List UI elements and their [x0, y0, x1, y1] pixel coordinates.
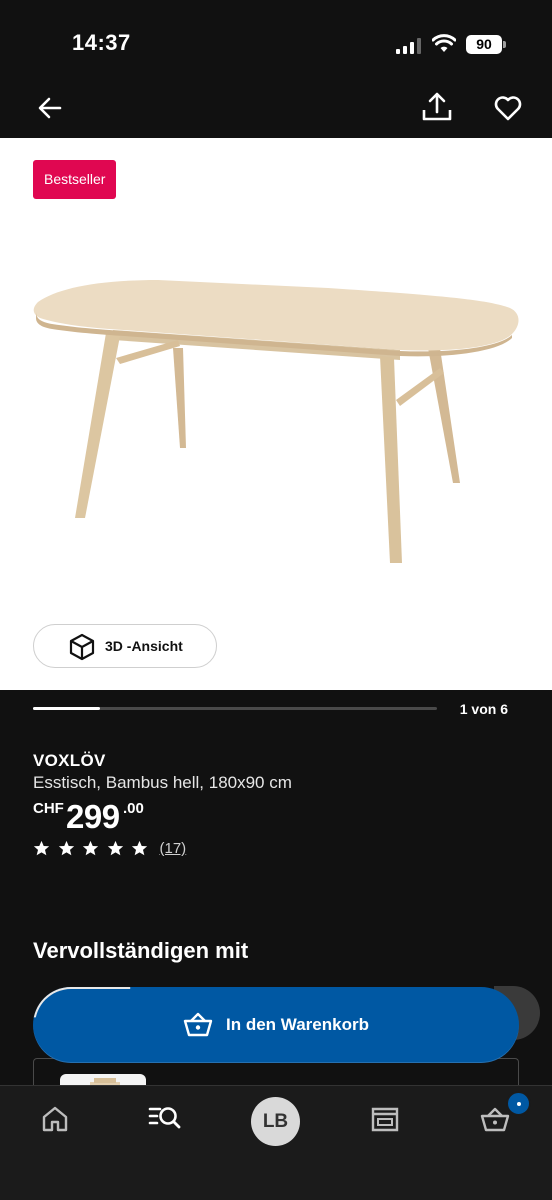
view-3d-button[interactable]: 3D -Ansicht: [33, 624, 217, 668]
wifi-icon: [432, 34, 456, 52]
carousel-progress: [33, 707, 437, 710]
product-image-carousel[interactable]: Bestseller 3D -Ansicht: [0, 138, 552, 690]
status-bar: 14:37 90: [0, 0, 552, 80]
complete-with-title: Vervollständigen mit: [33, 938, 249, 963]
star-icon: [131, 840, 148, 856]
cart-tab-icon[interactable]: [480, 1104, 510, 1134]
heart-icon[interactable]: [492, 92, 524, 124]
star-icon: [33, 840, 50, 856]
add-to-cart-label: In den Warenkorb: [226, 1015, 369, 1034]
battery-tip: [503, 41, 506, 48]
avatar[interactable]: LB: [251, 1097, 300, 1146]
star-icon: [58, 840, 74, 856]
star-icon: [107, 840, 123, 856]
price-cents: .00: [123, 800, 144, 817]
product-description: Esstisch, Bambus hell, 180x90 cm: [33, 773, 292, 792]
back-arrow-icon[interactable]: [34, 92, 66, 124]
nav-bar: [0, 80, 552, 138]
cart-icon: [183, 1012, 213, 1037]
share-icon[interactable]: [420, 90, 454, 124]
view-3d-label: 3D -Ansicht: [105, 638, 183, 654]
star-icon: [82, 840, 99, 856]
product-name: VOXLÖV: [33, 751, 106, 770]
price-currency: CHF: [33, 800, 64, 817]
price-main: 299: [66, 798, 120, 835]
search-icon[interactable]: [148, 1104, 182, 1134]
cube-icon: [69, 633, 95, 661]
home-icon[interactable]: [40, 1104, 70, 1134]
rating-stars: [33, 840, 156, 857]
tab-bar: LB: [0, 1085, 552, 1200]
review-count-link[interactable]: (17): [160, 840, 187, 857]
status-time: 14:37: [72, 30, 131, 55]
image-counter: 1 von 6: [459, 701, 508, 717]
carousel-progress-fill: [33, 707, 101, 710]
bestseller-badge: Bestseller: [33, 160, 117, 199]
rating[interactable]: (17): [33, 840, 186, 857]
product-image: [33, 280, 519, 563]
stores-icon[interactable]: [370, 1104, 400, 1134]
signal-icon: [396, 38, 421, 54]
cart-notification-badge: [506, 1091, 531, 1116]
battery-icon: 90: [466, 35, 502, 54]
